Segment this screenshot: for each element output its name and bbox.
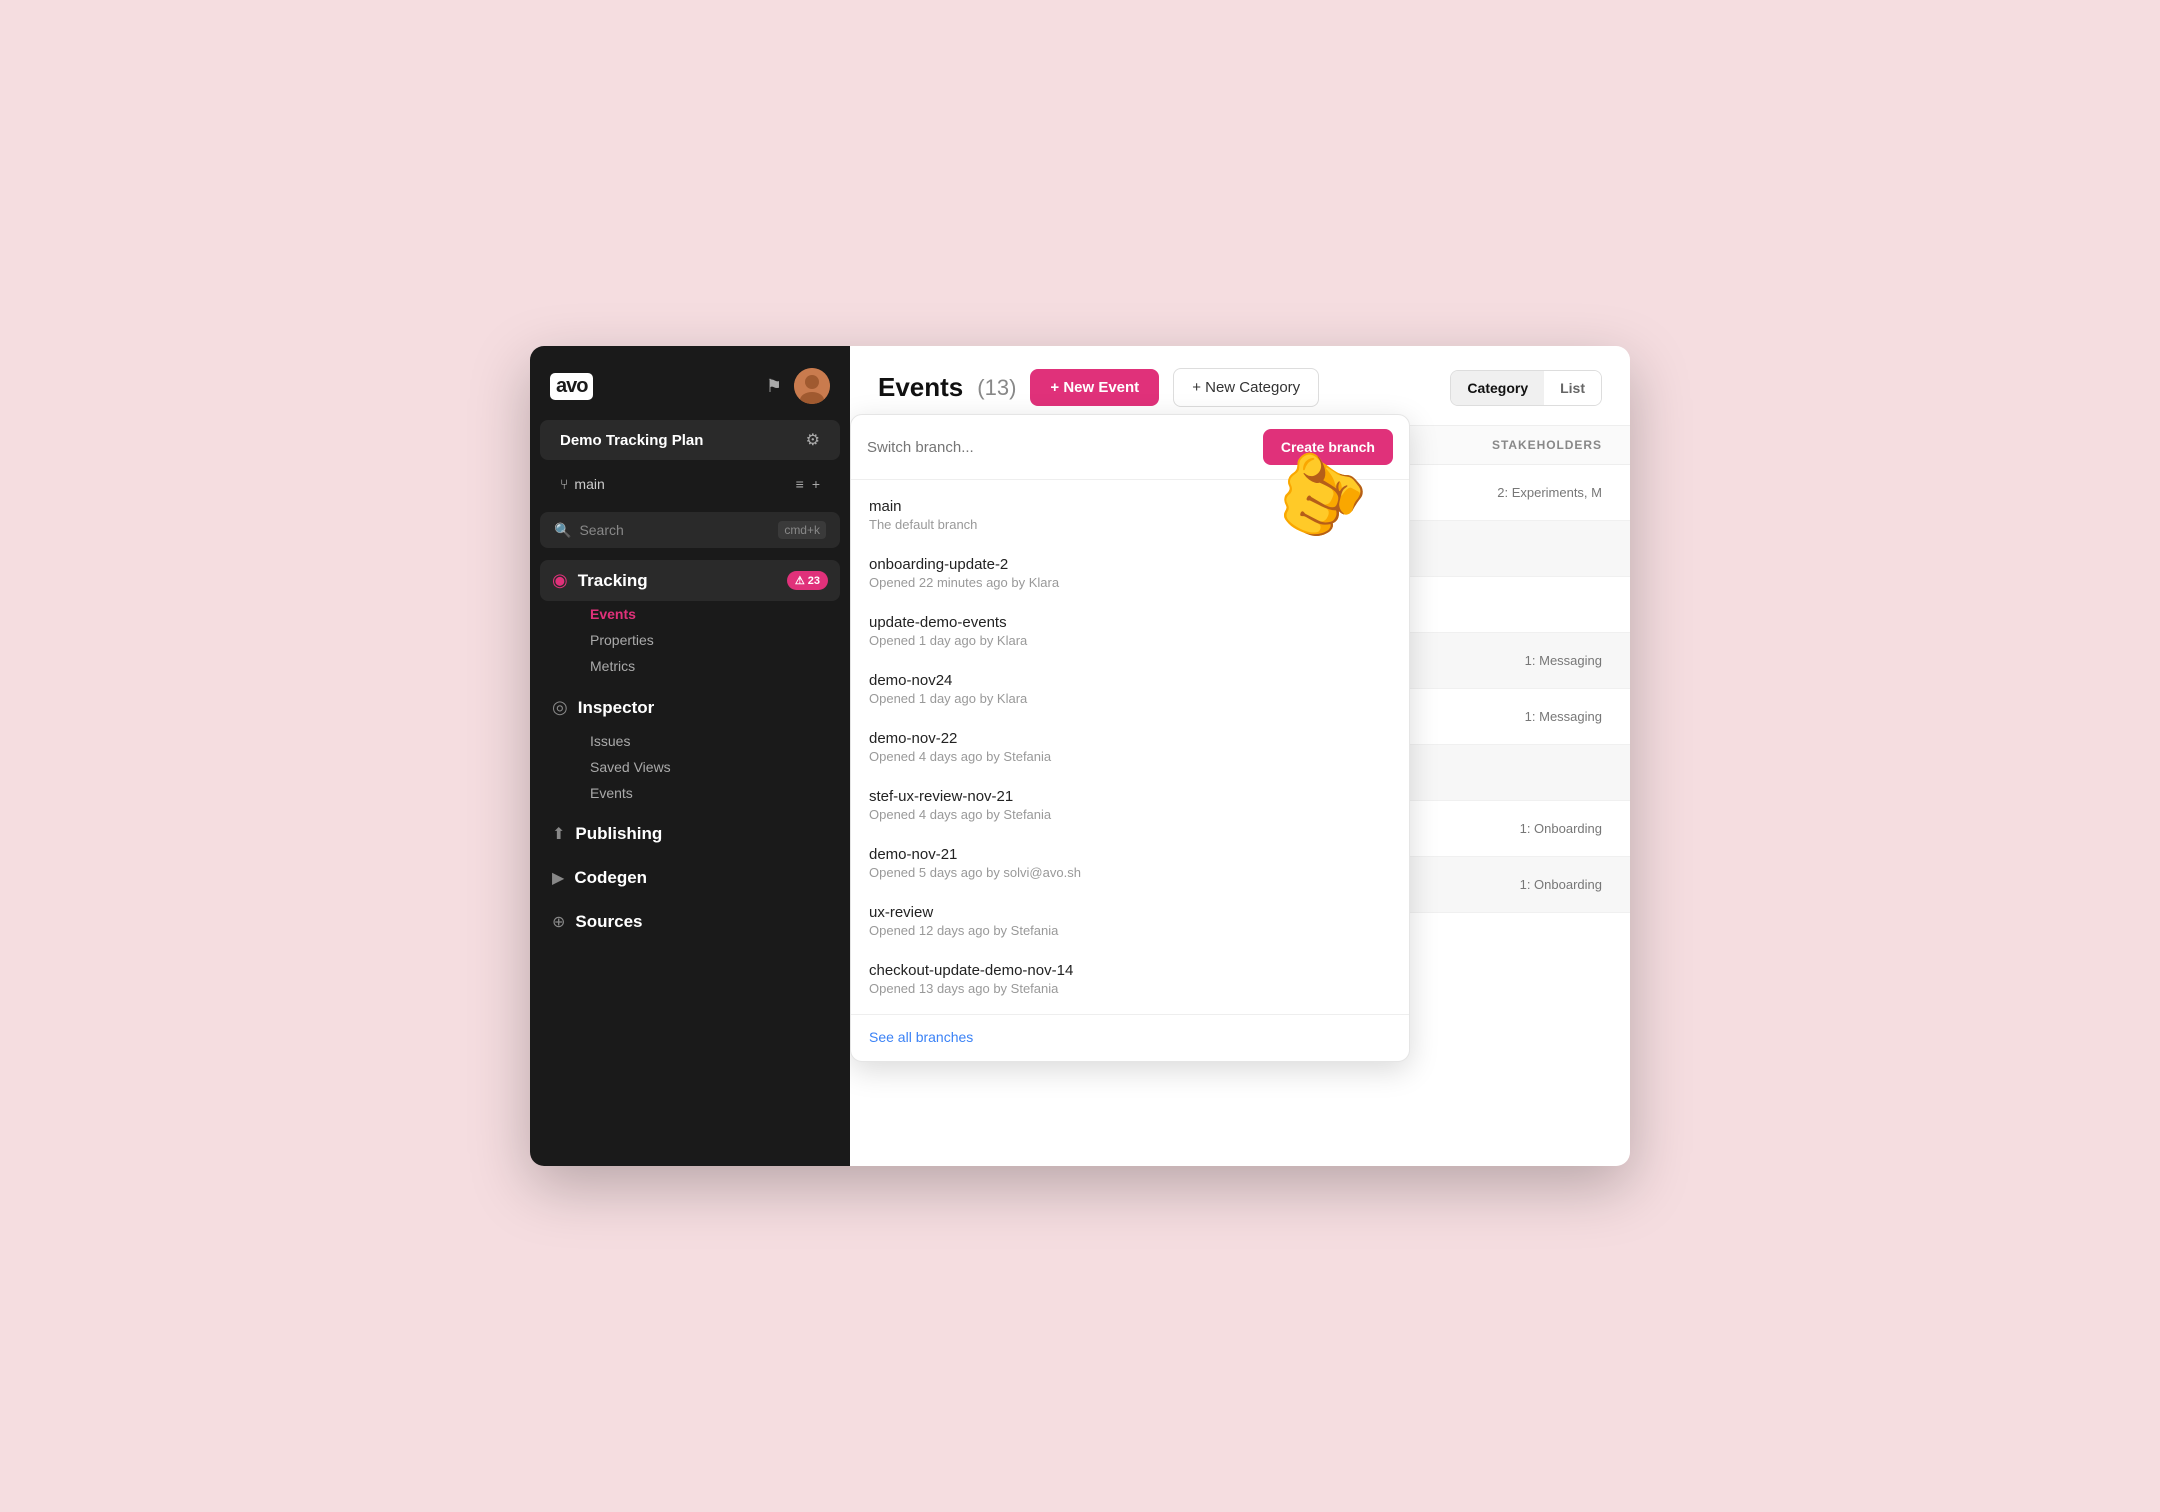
nav-section: ◉ Tracking ⚠ 23 Events Properties Metric…: [530, 560, 850, 942]
branch-sub-7: Opened 12 days ago by Stefania: [869, 923, 1391, 938]
branch-add-icon[interactable]: +: [812, 476, 820, 492]
branch-sub-6: Opened 5 days ago by solvi@avo.sh: [869, 865, 1391, 880]
new-event-button[interactable]: + New Event: [1030, 369, 1159, 406]
branch-item-7[interactable]: ux-review Opened 12 days ago by Stefania: [851, 892, 1409, 950]
search-row[interactable]: 🔍 Search cmd+k: [540, 512, 840, 548]
create-branch-button[interactable]: Create branch: [1263, 429, 1393, 465]
search-left: 🔍 Search: [554, 522, 624, 539]
nav-item-inspector[interactable]: ◎ Inspector: [540, 687, 840, 728]
sidebar-item-properties[interactable]: Properties: [578, 627, 840, 653]
branch-name-5: stef-ux-review-nov-21: [869, 788, 1391, 805]
row-stakeholder: 1: Onboarding: [1422, 877, 1602, 892]
branch-name-main: main: [869, 498, 1391, 515]
inspector-subitems: Issues Saved Views Events: [540, 728, 840, 806]
sidebar-item-saved-views[interactable]: Saved Views: [578, 754, 840, 780]
codegen-icon: ▶: [552, 868, 564, 888]
workspace-row[interactable]: Demo Tracking Plan ⚙: [540, 420, 840, 460]
flag-icon[interactable]: ⚑: [766, 376, 782, 397]
branch-label: ⑂ main: [560, 476, 605, 492]
sidebar: avo ⚑ Demo Tracking Plan ⚙ ⑂: [530, 346, 850, 1166]
branch-sub-main: The default branch: [869, 517, 1391, 532]
branch-name-3: demo-nov24: [869, 672, 1391, 689]
branch-item-8[interactable]: checkout-update-demo-nov-14 Opened 13 da…: [851, 950, 1409, 1008]
branch-item-main[interactable]: main The default branch: [851, 486, 1409, 544]
category-view-button[interactable]: Category: [1451, 371, 1544, 405]
col-stakeholders-header: STAKEHOLDERS: [1422, 438, 1602, 452]
sidebar-item-inspector-events[interactable]: Events: [578, 780, 840, 806]
sidebar-item-metrics[interactable]: Metrics: [578, 653, 840, 679]
search-label: Search: [579, 522, 623, 538]
logo-box: avo: [550, 373, 593, 400]
branch-item-6[interactable]: demo-nov-21 Opened 5 days ago by solvi@a…: [851, 834, 1409, 892]
tracking-icon: ◉: [552, 570, 568, 591]
sidebar-header: avo ⚑: [530, 346, 850, 420]
list-view-button[interactable]: List: [1544, 371, 1601, 405]
branch-sub-3: Opened 1 day ago by Klara: [869, 691, 1391, 706]
inspector-icon: ◎: [552, 697, 568, 718]
branch-name-4: demo-nov-22: [869, 730, 1391, 747]
search-icon: 🔍: [554, 522, 571, 539]
branch-item-1[interactable]: onboarding-update-2 Opened 22 minutes ag…: [851, 544, 1409, 602]
gear-icon[interactable]: ⚙: [806, 430, 820, 450]
row-stakeholder: 2: Experiments, M: [1422, 485, 1602, 500]
branch-sub-2: Opened 1 day ago by Klara: [869, 633, 1391, 648]
row-stakeholder: 1: Messaging: [1422, 709, 1602, 724]
publishing-icon: ⬆: [552, 824, 565, 844]
nav-item-codegen[interactable]: ▶ Codegen: [540, 858, 840, 898]
new-category-button[interactable]: + New Category: [1173, 368, 1319, 407]
sources-label: Sources: [575, 912, 642, 932]
branch-sub-1: Opened 22 minutes ago by Klara: [869, 575, 1391, 590]
tracking-subitems: Events Properties Metrics: [540, 601, 840, 679]
tracking-badge: ⚠ 23: [787, 571, 828, 590]
app-window: avo ⚑ Demo Tracking Plan ⚙ ⑂: [530, 346, 1630, 1166]
inspector-label: Inspector: [578, 698, 655, 718]
branch-item-4[interactable]: demo-nov-22 Opened 4 days ago by Stefani…: [851, 718, 1409, 776]
branch-name-6: demo-nov-21: [869, 846, 1391, 863]
avatar[interactable]: [794, 368, 830, 404]
branch-actions: ≡ +: [796, 476, 820, 492]
workspace-name: Demo Tracking Plan: [560, 432, 703, 449]
sidebar-header-icons: ⚑: [766, 368, 830, 404]
branch-sub-4: Opened 4 days ago by Stefania: [869, 749, 1391, 764]
branch-name-1: onboarding-update-2: [869, 556, 1391, 573]
view-toggle: Category List: [1450, 370, 1602, 406]
branch-row[interactable]: ⑂ main ≡ +: [540, 466, 840, 502]
see-all-branches-link[interactable]: See all branches: [869, 1029, 973, 1045]
search-shortcut: cmd+k: [778, 521, 826, 539]
dropdown-search-row: Create branch: [851, 415, 1409, 480]
row-stakeholder: 1: Onboarding: [1422, 821, 1602, 836]
branch-name-2: update-demo-events: [869, 614, 1391, 631]
branch-item-5[interactable]: stef-ux-review-nov-21 Opened 4 days ago …: [851, 776, 1409, 834]
branch-name-8: checkout-update-demo-nov-14: [869, 962, 1391, 979]
sidebar-item-events[interactable]: Events: [578, 601, 840, 627]
branch-item-3[interactable]: demo-nov24 Opened 1 day ago by Klara: [851, 660, 1409, 718]
badge-icon: ⚠: [795, 574, 805, 587]
branch-name: main: [574, 476, 604, 492]
badge-count: 23: [808, 575, 820, 587]
publishing-label: Publishing: [575, 824, 662, 844]
main-content: Events (13) + New Event + New Category C…: [850, 346, 1630, 1166]
branch-dropdown[interactable]: Create branch main The default branch on…: [850, 414, 1410, 1062]
logo-text: avo: [556, 375, 587, 397]
dropdown-list: main The default branch onboarding-updat…: [851, 480, 1409, 1014]
nav-item-publishing[interactable]: ⬆ Publishing: [540, 814, 840, 854]
nav-item-sources[interactable]: ⊕ Sources: [540, 902, 840, 942]
branch-search-input[interactable]: [867, 439, 1251, 456]
sources-icon: ⊕: [552, 912, 565, 932]
row-stakeholder: 1: Messaging: [1422, 653, 1602, 668]
events-count: (13): [977, 375, 1016, 401]
branch-sub-5: Opened 4 days ago by Stefania: [869, 807, 1391, 822]
branch-name-7: ux-review: [869, 904, 1391, 921]
branch-menu-icon[interactable]: ≡: [796, 476, 804, 492]
sidebar-item-issues[interactable]: Issues: [578, 728, 840, 754]
branch-item-2[interactable]: update-demo-events Opened 1 day ago by K…: [851, 602, 1409, 660]
tracking-label: Tracking: [578, 571, 648, 591]
branch-icon: ⑂: [560, 476, 568, 492]
dropdown-see-all: See all branches: [851, 1014, 1409, 1061]
nav-item-tracking[interactable]: ◉ Tracking ⚠ 23: [540, 560, 840, 601]
branch-sub-8: Opened 13 days ago by Stefania: [869, 981, 1391, 996]
logo: avo: [550, 373, 593, 400]
events-title: Events: [878, 372, 963, 403]
codegen-label: Codegen: [574, 868, 647, 888]
